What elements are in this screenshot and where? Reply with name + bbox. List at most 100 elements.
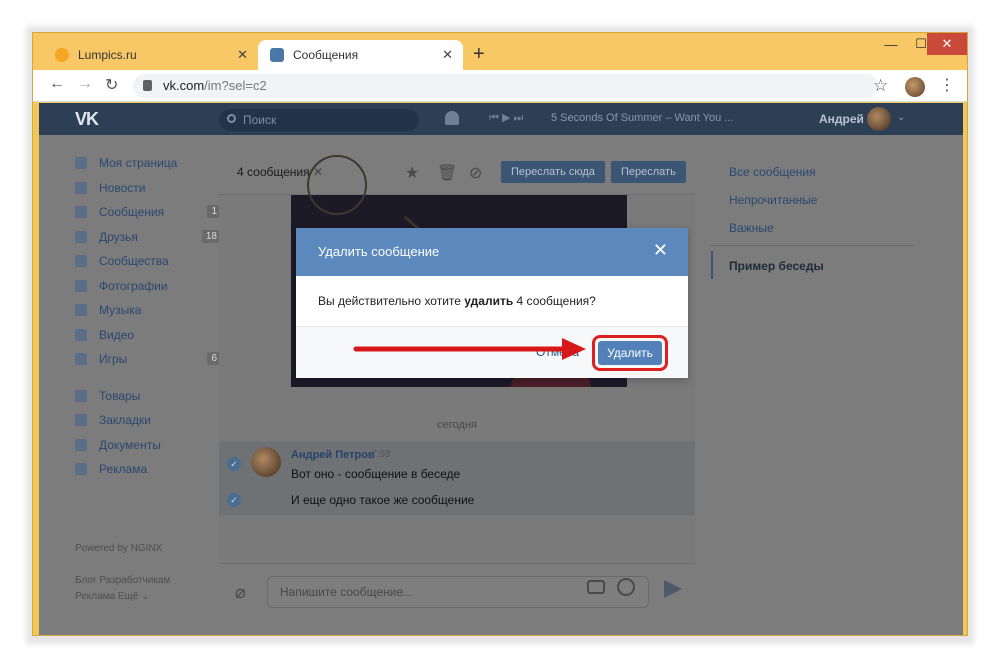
back-arrow-icon[interactable]: ←	[49, 75, 65, 93]
search-icon	[227, 114, 236, 123]
tab-messages[interactable]: Сообщения ✕	[258, 40, 463, 70]
menu-label: Закладки	[99, 413, 151, 428]
menu-item-friends[interactable]: Друзья 18	[75, 225, 221, 250]
right-panel: Все сообщения Непрочитанные Важные Приме…	[711, 151, 913, 285]
check-icon[interactable]: ✓	[227, 457, 241, 471]
forward-arrow-icon[interactable]: →	[77, 75, 93, 93]
tab-close-icon[interactable]: ✕	[442, 47, 453, 63]
dialog-header: Удалить сообщение ✕	[296, 228, 688, 276]
header-avatar[interactable]	[867, 107, 891, 131]
menu-item-bookmarks[interactable]: Закладки	[75, 408, 215, 433]
powered-by: Powered by NGINX	[75, 543, 163, 554]
menu-item-goods[interactable]: Товары	[75, 384, 215, 409]
music-note-icon	[75, 304, 87, 317]
film-icon	[75, 328, 87, 341]
filter-all[interactable]: Все сообщения	[729, 165, 816, 179]
tab-close-icon[interactable]: ✕	[237, 47, 248, 63]
divider	[711, 245, 913, 246]
menu-item-communities[interactable]: Сообщества	[75, 249, 215, 274]
now-playing-song[interactable]: 5 Seconds Of Summer – Want You ...	[551, 112, 733, 124]
selected-count-text: 4 сообщения	[237, 165, 310, 179]
player-controls[interactable]: ⏮ ▶ ⏭	[489, 111, 523, 125]
menu-label: Моя страница	[99, 156, 178, 171]
cancel-button[interactable]: Отмена	[536, 345, 579, 359]
filter-important[interactable]: Важные	[729, 221, 774, 235]
address-bar[interactable]: vk.com/im?sel=c2	[133, 74, 878, 98]
document-icon	[75, 438, 87, 451]
delete-dialog: Удалить сообщение ✕ Вы действительно хот…	[296, 228, 688, 378]
message-author[interactable]: Андрей Петров	[291, 449, 375, 461]
send-icon[interactable]	[664, 580, 682, 598]
menu-item-games[interactable]: Игры 6	[75, 347, 221, 372]
tab-title: Сообщения	[293, 48, 359, 62]
conversation-item[interactable]: Пример беседы	[729, 259, 824, 273]
shopping-bag-icon	[75, 389, 87, 402]
menu-label: Видео	[99, 327, 135, 342]
star-icon[interactable]: ★	[405, 163, 419, 183]
url-host: vk.com	[163, 78, 205, 93]
menu-label: Сообщения	[99, 205, 165, 220]
menu-label: Фотографии	[99, 278, 168, 293]
camera-icon	[75, 279, 87, 292]
menu-item-photos[interactable]: Фотографии	[75, 274, 215, 299]
browser-menu-icon[interactable]: ⋮	[939, 75, 955, 95]
selection-toolbar: 4 сообщения ✕ ★ 🗑 ⊘ Переслать сюда Перес…	[219, 151, 695, 195]
photo-detail	[307, 155, 367, 215]
filter-unread[interactable]: Непрочитанные	[729, 193, 817, 207]
menu-item-ads[interactable]: Реклама	[75, 457, 215, 482]
menu-item-messages[interactable]: Сообщения 1	[75, 200, 221, 225]
delete-button[interactable]: Удалить	[598, 341, 662, 365]
footer-links-2[interactable]: Реклама Ещё ⌄	[75, 591, 150, 602]
avatar[interactable]	[251, 447, 281, 477]
menu-item-my-page[interactable]: Моя страница	[75, 151, 215, 176]
menu-item-video[interactable]: Видео	[75, 323, 215, 348]
url-path: /im?sel=c2	[204, 78, 267, 93]
menu-label: Товары	[99, 388, 141, 403]
selected-messages[interactable]: ✓ Андрей Петров 7:58 Вот оно - сообщение…	[219, 441, 695, 515]
tab-lumpics[interactable]: Lumpics.ru ✕	[43, 40, 258, 70]
header-user-name[interactable]: Андрей	[819, 112, 864, 126]
camera-icon[interactable]	[587, 580, 605, 594]
chevron-down-icon[interactable]: ⌄	[897, 112, 905, 123]
trash-icon[interactable]: 🗑	[437, 163, 457, 183]
menu-item-documents[interactable]: Документы	[75, 433, 215, 458]
menu-item-news[interactable]: Новости	[75, 176, 215, 201]
menu-label: Сообщества	[99, 254, 169, 269]
menu-label: Реклама	[99, 462, 148, 477]
chat-column: 4 сообщения ✕ ★ 🗑 ⊘ Переслать сюда Перес…	[219, 151, 695, 621]
check-icon[interactable]: ✓	[227, 493, 241, 507]
notifications-bell-icon[interactable]	[445, 111, 459, 125]
paperclip-icon[interactable]: ⌀	[235, 582, 246, 603]
forward-button[interactable]: Переслать	[611, 161, 686, 183]
menu-label: Новости	[99, 180, 146, 195]
tab-title: Lumpics.ru	[78, 48, 137, 62]
bookmark-star-icon[interactable]: ☆	[873, 76, 888, 96]
reload-icon[interactable]: ↻	[105, 75, 118, 95]
menu-item-music[interactable]: Музыка	[75, 298, 215, 323]
menu-label: Документы	[99, 437, 161, 452]
body-bold: удалить	[464, 294, 514, 308]
minimize-button[interactable]: —	[875, 33, 907, 55]
friends-icon	[75, 230, 87, 243]
emoji-icon[interactable]	[617, 578, 635, 596]
communities-icon	[75, 255, 87, 268]
close-icon[interactable]: ✕	[653, 240, 668, 261]
tab-strip: Lumpics.ru ✕ Сообщения ✕ + — ☐ ✕	[33, 33, 967, 70]
forward-here-button[interactable]: Переслать сюда	[501, 161, 605, 183]
dialog-body: Вы действительно хотите удалить 4 сообще…	[318, 294, 596, 308]
vk-search-input[interactable]: Поиск	[219, 109, 419, 131]
window-close-button[interactable]: ✕	[927, 33, 967, 55]
profile-avatar-icon[interactable]	[905, 77, 925, 97]
new-tab-button[interactable]: +	[473, 43, 485, 66]
body-pre: Вы действительно хотите	[318, 294, 465, 308]
vk-favicon-icon	[270, 48, 284, 62]
left-menu: Моя страница Новости Сообщения 1 Друзья 18…	[75, 151, 221, 482]
footer-links-1[interactable]: Блог Разработчикам	[75, 575, 170, 586]
menu-label: Игры	[99, 352, 128, 367]
message-text: И еще одно такое же сообщение	[291, 493, 475, 507]
dialog-footer: Отмена Удалить	[296, 326, 688, 378]
message-text: Вот оно - сообщение в беседе	[291, 467, 461, 481]
date-separator: сегодня	[437, 419, 477, 431]
vk-logo[interactable]: VK	[75, 109, 99, 130]
spam-block-icon[interactable]: ⊘	[469, 163, 482, 183]
